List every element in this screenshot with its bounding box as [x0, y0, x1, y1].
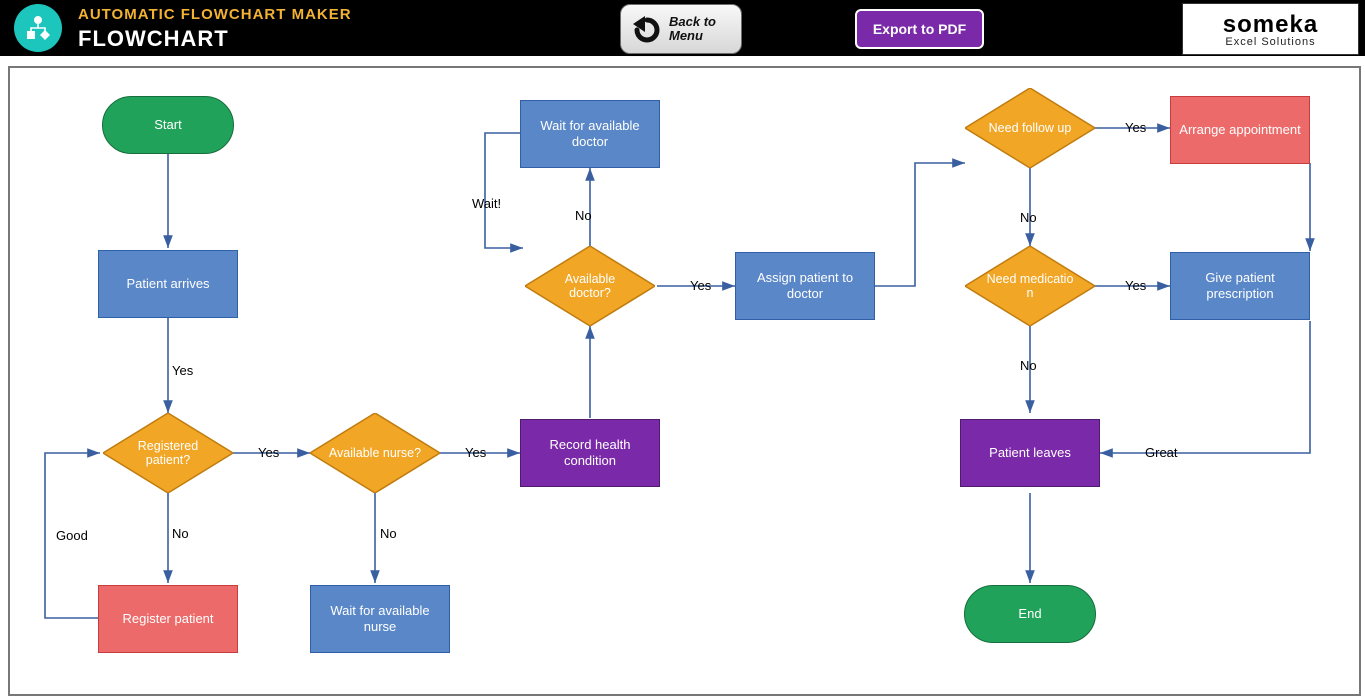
- brand-tagline: Excel Solutions: [1225, 36, 1315, 48]
- node-patient-leaves[interactable]: Patient leaves: [960, 419, 1100, 487]
- node-wait-doctor[interactable]: Wait for available doctor: [520, 100, 660, 168]
- node-available-nurse[interactable]: Available nurse?: [310, 413, 440, 493]
- edge-label: No: [1020, 358, 1037, 373]
- edge-label: Yes: [258, 445, 279, 460]
- node-register-patient[interactable]: Register patient: [98, 585, 238, 653]
- node-need-medication[interactable]: Need medicatio n: [965, 246, 1095, 326]
- node-end[interactable]: End: [964, 585, 1096, 643]
- node-give-prescription[interactable]: Give patient prescription: [1170, 252, 1310, 320]
- node-arrange-appointment[interactable]: Arrange appointment: [1170, 96, 1310, 164]
- back-button-label: Back toMenu: [669, 15, 716, 44]
- node-wait-nurse[interactable]: Wait for available nurse: [310, 585, 450, 653]
- edge-label: Good: [56, 528, 88, 543]
- header-title: FLOWCHART: [78, 26, 229, 52]
- edge-label: Yes: [1125, 120, 1146, 135]
- edge-label: Yes: [690, 278, 711, 293]
- node-assign-doctor[interactable]: Assign patient to doctor: [735, 252, 875, 320]
- back-to-menu-button[interactable]: Back toMenu: [620, 4, 742, 54]
- edge-label: No: [172, 526, 189, 541]
- back-arrow-icon: [627, 14, 663, 44]
- edge-label: Wait!: [472, 196, 501, 211]
- edge-label: No: [380, 526, 397, 541]
- flowchart-canvas[interactable]: Start Patient arrives Registered patient…: [8, 66, 1361, 696]
- header-subtitle: AUTOMATIC FLOWCHART MAKER: [78, 6, 352, 23]
- app-logo-icon: [14, 4, 62, 52]
- edge-label: Yes: [465, 445, 486, 460]
- export-pdf-button[interactable]: Export to PDF: [855, 9, 984, 49]
- edge-label: Great: [1145, 445, 1178, 460]
- brand-badge: someka Excel Solutions: [1182, 3, 1359, 55]
- edge-label: No: [1020, 210, 1037, 225]
- app-header: AUTOMATIC FLOWCHART MAKER FLOWCHART Back…: [0, 0, 1365, 56]
- edge-label: No: [575, 208, 592, 223]
- node-record-health[interactable]: Record health condition: [520, 419, 660, 487]
- node-patient-arrives[interactable]: Patient arrives: [98, 250, 238, 318]
- edge-label: Yes: [1125, 278, 1146, 293]
- edge-label: Yes: [172, 363, 193, 378]
- node-registered-patient[interactable]: Registered patient?: [103, 413, 233, 493]
- node-available-doctor[interactable]: Available doctor?: [525, 246, 655, 326]
- node-start[interactable]: Start: [102, 96, 234, 154]
- node-need-followup[interactable]: Need follow up: [965, 88, 1095, 168]
- brand-name: someka: [1223, 11, 1318, 37]
